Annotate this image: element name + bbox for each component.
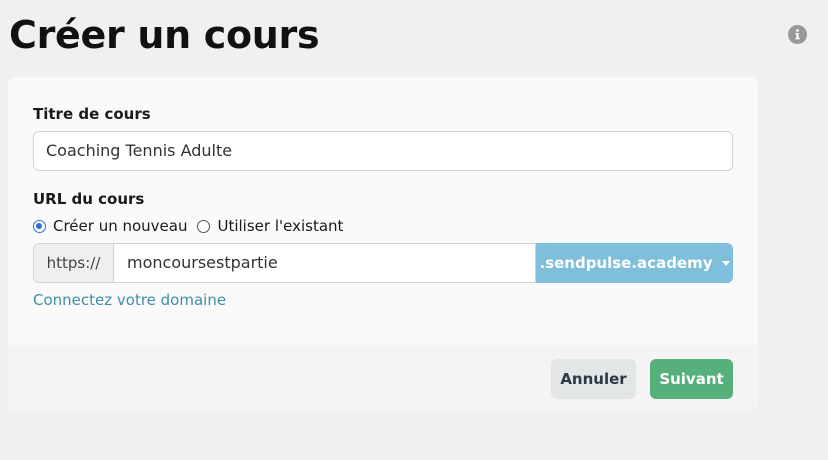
page-title: Créer un cours [9, 13, 320, 57]
next-button[interactable]: Suivant [650, 359, 733, 399]
url-mode-radio-group: Créer un nouveau Utiliser l'existant [33, 216, 353, 236]
cancel-button[interactable]: Annuler [551, 359, 636, 399]
radio-use-existing-button[interactable] [197, 219, 211, 233]
radio-use-existing-label: Utiliser l'existant [217, 217, 344, 235]
chevron-down-icon [721, 260, 730, 266]
course-title-input[interactable]: Coaching Tennis Adulte [33, 131, 733, 171]
card-body: Titre de cours Coaching Tennis Adulte UR… [8, 77, 758, 345]
radio-create-new[interactable]: Créer un nouveau [33, 217, 187, 235]
radio-create-new-label: Créer un nouveau [53, 217, 188, 235]
course-url-input[interactable]: moncoursestpartie [113, 243, 536, 283]
radio-use-existing[interactable]: Utiliser l'existant [197, 217, 343, 235]
connect-domain-link[interactable]: Connectez votre domaine [33, 291, 226, 309]
domain-dropdown-label: .sendpulse.academy [539, 254, 713, 272]
course-url-input-group: https:// moncoursestpartie .sendpulse.ac… [33, 243, 733, 283]
info-icon[interactable] [788, 25, 807, 44]
info-icon-glyph [795, 29, 800, 40]
course-url-label: URL du cours [33, 190, 145, 208]
course-form-card: Titre de cours Coaching Tennis Adulte UR… [8, 77, 758, 411]
radio-create-new-button[interactable] [33, 219, 46, 233]
course-title-label: Titre de cours [33, 105, 151, 123]
domain-dropdown[interactable]: .sendpulse.academy [536, 243, 733, 283]
create-course-page: Créer un cours Titre de cours Coaching T… [0, 0, 828, 460]
url-prefix: https:// [33, 243, 113, 283]
card-footer [8, 345, 758, 411]
